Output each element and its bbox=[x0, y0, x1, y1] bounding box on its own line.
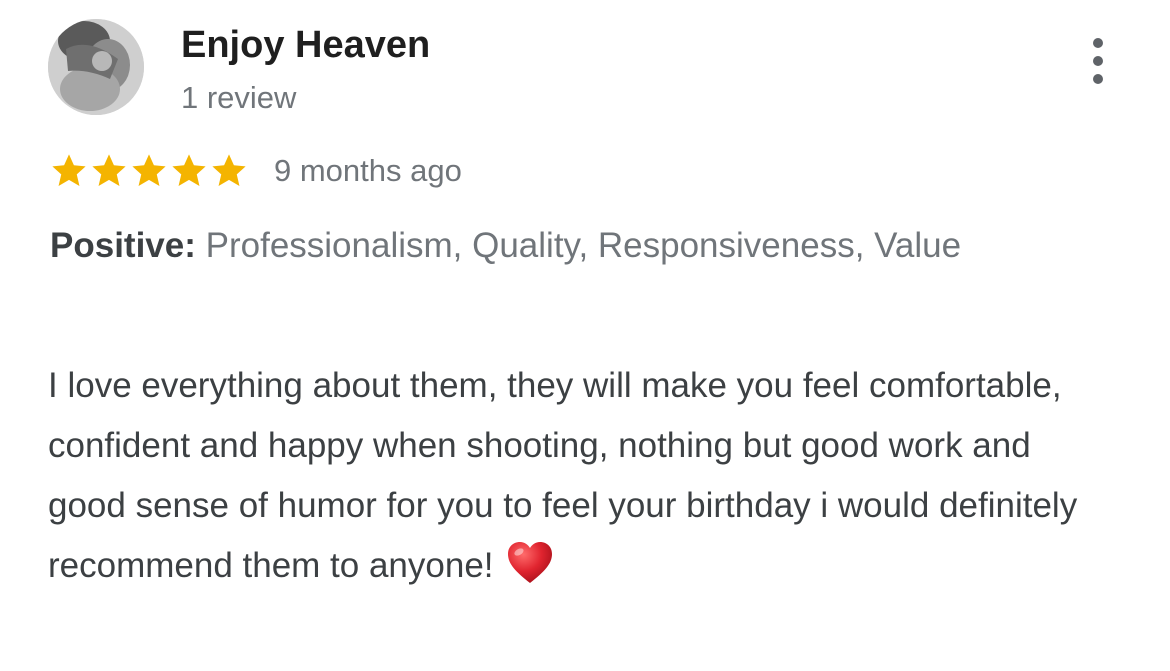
avatar[interactable] bbox=[48, 19, 144, 115]
highlights-values: Professionalism, Quality, Responsiveness… bbox=[205, 226, 962, 265]
more-vert-icon-dot bbox=[1093, 74, 1103, 84]
star-icon bbox=[212, 154, 246, 187]
avatar-photo-icon bbox=[48, 19, 144, 115]
star-rating bbox=[50, 152, 248, 190]
review-body: I love everything about them, they will … bbox=[48, 356, 1078, 596]
highlights-label: Positive: bbox=[50, 226, 196, 265]
review-count: 1 review bbox=[181, 80, 297, 115]
rating-row: 9 months ago bbox=[50, 148, 462, 194]
review-highlights: Positive: Professionalism, Quality, Resp… bbox=[50, 221, 1060, 270]
star-icon bbox=[172, 154, 206, 187]
review-time: 9 months ago bbox=[274, 153, 462, 188]
more-vert-icon-dot bbox=[1093, 56, 1103, 66]
review-text: I love everything about them, they will … bbox=[48, 366, 1078, 585]
reviewer-name[interactable]: Enjoy Heaven bbox=[181, 24, 430, 67]
star-icon bbox=[52, 154, 86, 187]
more-options-button[interactable] bbox=[1080, 38, 1116, 84]
star-icon bbox=[132, 154, 166, 187]
star-icon bbox=[92, 154, 126, 187]
more-vert-icon bbox=[1093, 38, 1103, 48]
red-heart-icon bbox=[507, 542, 552, 583]
